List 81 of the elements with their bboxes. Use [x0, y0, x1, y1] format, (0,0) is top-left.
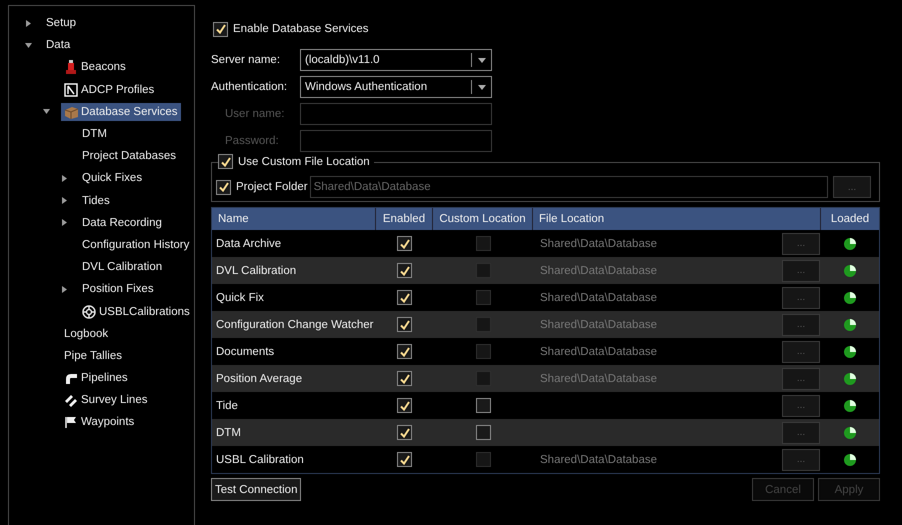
- table-cell-text: Documents: [215, 346, 276, 358]
- checkbox-label: Project Folder: [236, 181, 308, 193]
- checkbox[interactable]: [397, 371, 412, 386]
- dropdown[interactable]: (localdb)\v11.0: [300, 49, 492, 71]
- table-cell-text: Configuration Change Watcher: [215, 318, 374, 330]
- tree-item[interactable]: Data: [43, 37, 74, 54]
- collapse-arrow-icon[interactable]: [25, 42, 32, 49]
- checkbox[interactable]: [397, 236, 412, 251]
- checkbox[interactable]: [216, 180, 231, 194]
- expand-arrow-icon[interactable]: [61, 286, 68, 293]
- field-label: Password:: [224, 135, 280, 147]
- checkbox[interactable]: [397, 452, 412, 467]
- checkbox[interactable]: [397, 344, 412, 359]
- table-cell-text: DTM: [215, 426, 242, 438]
- tree-item[interactable]: Configuration History: [79, 236, 192, 253]
- tree-item[interactable]: Data Recording: [79, 214, 165, 231]
- tree-item[interactable]: Database Services: [61, 102, 181, 121]
- dropdown[interactable]: Windows Authentication: [300, 76, 492, 98]
- double-slash-icon: [64, 393, 78, 408]
- table-cell: Shared\Data\Database: [540, 292, 657, 304]
- table-cell: Shared\Data\Database: [540, 372, 657, 384]
- button[interactable]: Test Connection: [211, 478, 302, 501]
- tree-item[interactable]: DVL Calibration: [79, 259, 166, 276]
- table-cell: Shared\Data\Database: [540, 454, 657, 466]
- checkbox-label: Use Custom File Location: [238, 156, 370, 168]
- checkbox-label: Enable Database Services: [233, 23, 369, 35]
- checkbox[interactable]: [397, 290, 412, 305]
- gear-icon: [82, 304, 96, 319]
- table-cell: Shared\Data\Database: [540, 264, 657, 276]
- tree-item[interactable]: ADCP Profiles: [61, 80, 158, 99]
- checkbox[interactable]: [476, 425, 490, 440]
- checkbox[interactable]: [397, 317, 412, 332]
- flag-icon: [64, 415, 78, 430]
- tree-item[interactable]: Waypoints: [61, 413, 138, 432]
- tree-item[interactable]: USBLCalibrations: [79, 302, 193, 321]
- checkbox[interactable]: [397, 398, 412, 413]
- column-header: Name: [212, 208, 376, 230]
- input-field[interactable]: Shared\Data\Database: [310, 176, 828, 198]
- pipe-bend-icon: [64, 371, 78, 386]
- table-cell-text: USBL Calibration: [215, 454, 305, 466]
- expand-arrow-icon[interactable]: [25, 20, 32, 27]
- column-header: File Location: [533, 208, 821, 230]
- dropdown-caret-icon: [478, 58, 486, 62]
- tree-item[interactable]: Position Fixes: [79, 281, 157, 298]
- table-cell-text: Data Archive: [215, 238, 282, 250]
- table-cell: Shared\Data\Database: [540, 238, 657, 250]
- tree-item[interactable]: Project Databases: [79, 148, 179, 164]
- table-cell: Shared\Data\Database: [540, 318, 657, 330]
- tree-item[interactable]: Logbook: [61, 326, 112, 342]
- expand-arrow-icon[interactable]: [61, 219, 68, 226]
- checkbox[interactable]: [397, 425, 412, 440]
- box-icon: [64, 104, 78, 119]
- column-header: Loaded: [830, 212, 870, 227]
- field-label: User name:: [224, 108, 286, 120]
- checkbox[interactable]: [397, 263, 412, 278]
- beacon-icon: [64, 60, 78, 74]
- tree-item[interactable]: Survey Lines: [61, 391, 150, 410]
- checkbox[interactable]: [218, 154, 233, 169]
- table-cell-text: Tide: [215, 400, 239, 412]
- collapse-arrow-icon[interactable]: [43, 108, 50, 116]
- column-header: Enabled: [376, 208, 433, 230]
- table-cell-text: Position Average: [215, 372, 304, 384]
- tree-item[interactable]: Setup: [43, 15, 80, 32]
- tree-item[interactable]: Pipelines: [61, 369, 131, 388]
- checkbox[interactable]: [476, 398, 490, 413]
- table-cell-text: Quick Fix: [215, 292, 265, 304]
- field-label: Authentication:: [211, 81, 288, 93]
- checkbox[interactable]: [213, 22, 228, 36]
- dropdown-caret-icon: [478, 84, 486, 90]
- field-label: Server name:: [211, 54, 282, 66]
- tree-item[interactable]: Quick Fixes: [79, 170, 146, 186]
- tree-item[interactable]: Pipe Tallies: [61, 348, 125, 364]
- column-header: Custom Location: [433, 208, 533, 230]
- tree-item[interactable]: Tides: [79, 192, 113, 209]
- tree-item[interactable]: DTM: [79, 126, 110, 142]
- expand-arrow-icon[interactable]: [61, 197, 68, 204]
- table-cell: Shared\Data\Database: [540, 346, 657, 358]
- expand-arrow-icon[interactable]: [61, 174, 68, 182]
- table-cell-text: DVL Calibration: [215, 264, 298, 276]
- tree-item[interactable]: Beacons: [61, 58, 129, 76]
- profile-chart-icon: [64, 82, 78, 97]
